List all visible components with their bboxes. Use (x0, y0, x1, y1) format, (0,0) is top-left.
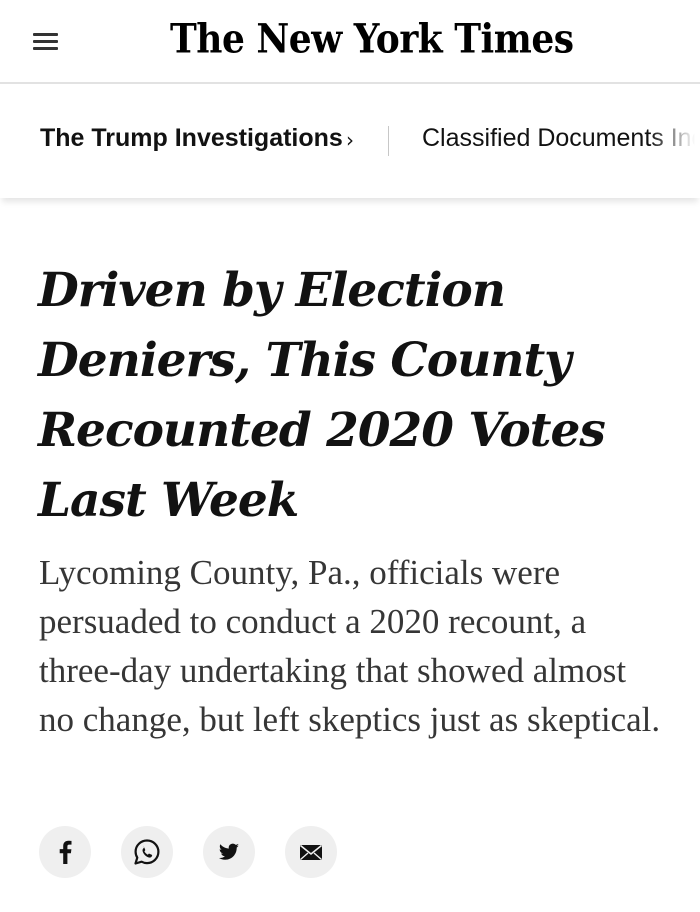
share-facebook-button[interactable] (39, 826, 91, 878)
hamburger-menu-icon[interactable] (30, 26, 62, 56)
article-page: The New York Times The Trump Investigati… (0, 0, 700, 912)
nyt-logo[interactable]: The New York Times (170, 11, 574, 67)
email-icon (299, 844, 323, 861)
whatsapp-icon (134, 839, 160, 865)
share-twitter-button[interactable] (203, 826, 255, 878)
twitter-icon (218, 843, 239, 860)
chevron-right-icon: › (346, 128, 354, 152)
nav-link-trump-investigations[interactable]: The Trump Investigations (40, 122, 343, 154)
masthead: The New York Times (0, 0, 700, 84)
share-bar (39, 826, 359, 880)
share-email-button[interactable] (285, 826, 337, 878)
nav-fade (650, 84, 700, 198)
share-whatsapp-button[interactable] (121, 826, 173, 878)
section-nav: The Trump Investigations › Classified Do… (0, 84, 700, 198)
article-headline: Driven by Election Deniers, This County … (38, 263, 606, 528)
article-summary: Lycoming County, Pa., officials were per… (39, 553, 661, 739)
nav-divider (388, 126, 389, 156)
facebook-icon (59, 840, 72, 864)
